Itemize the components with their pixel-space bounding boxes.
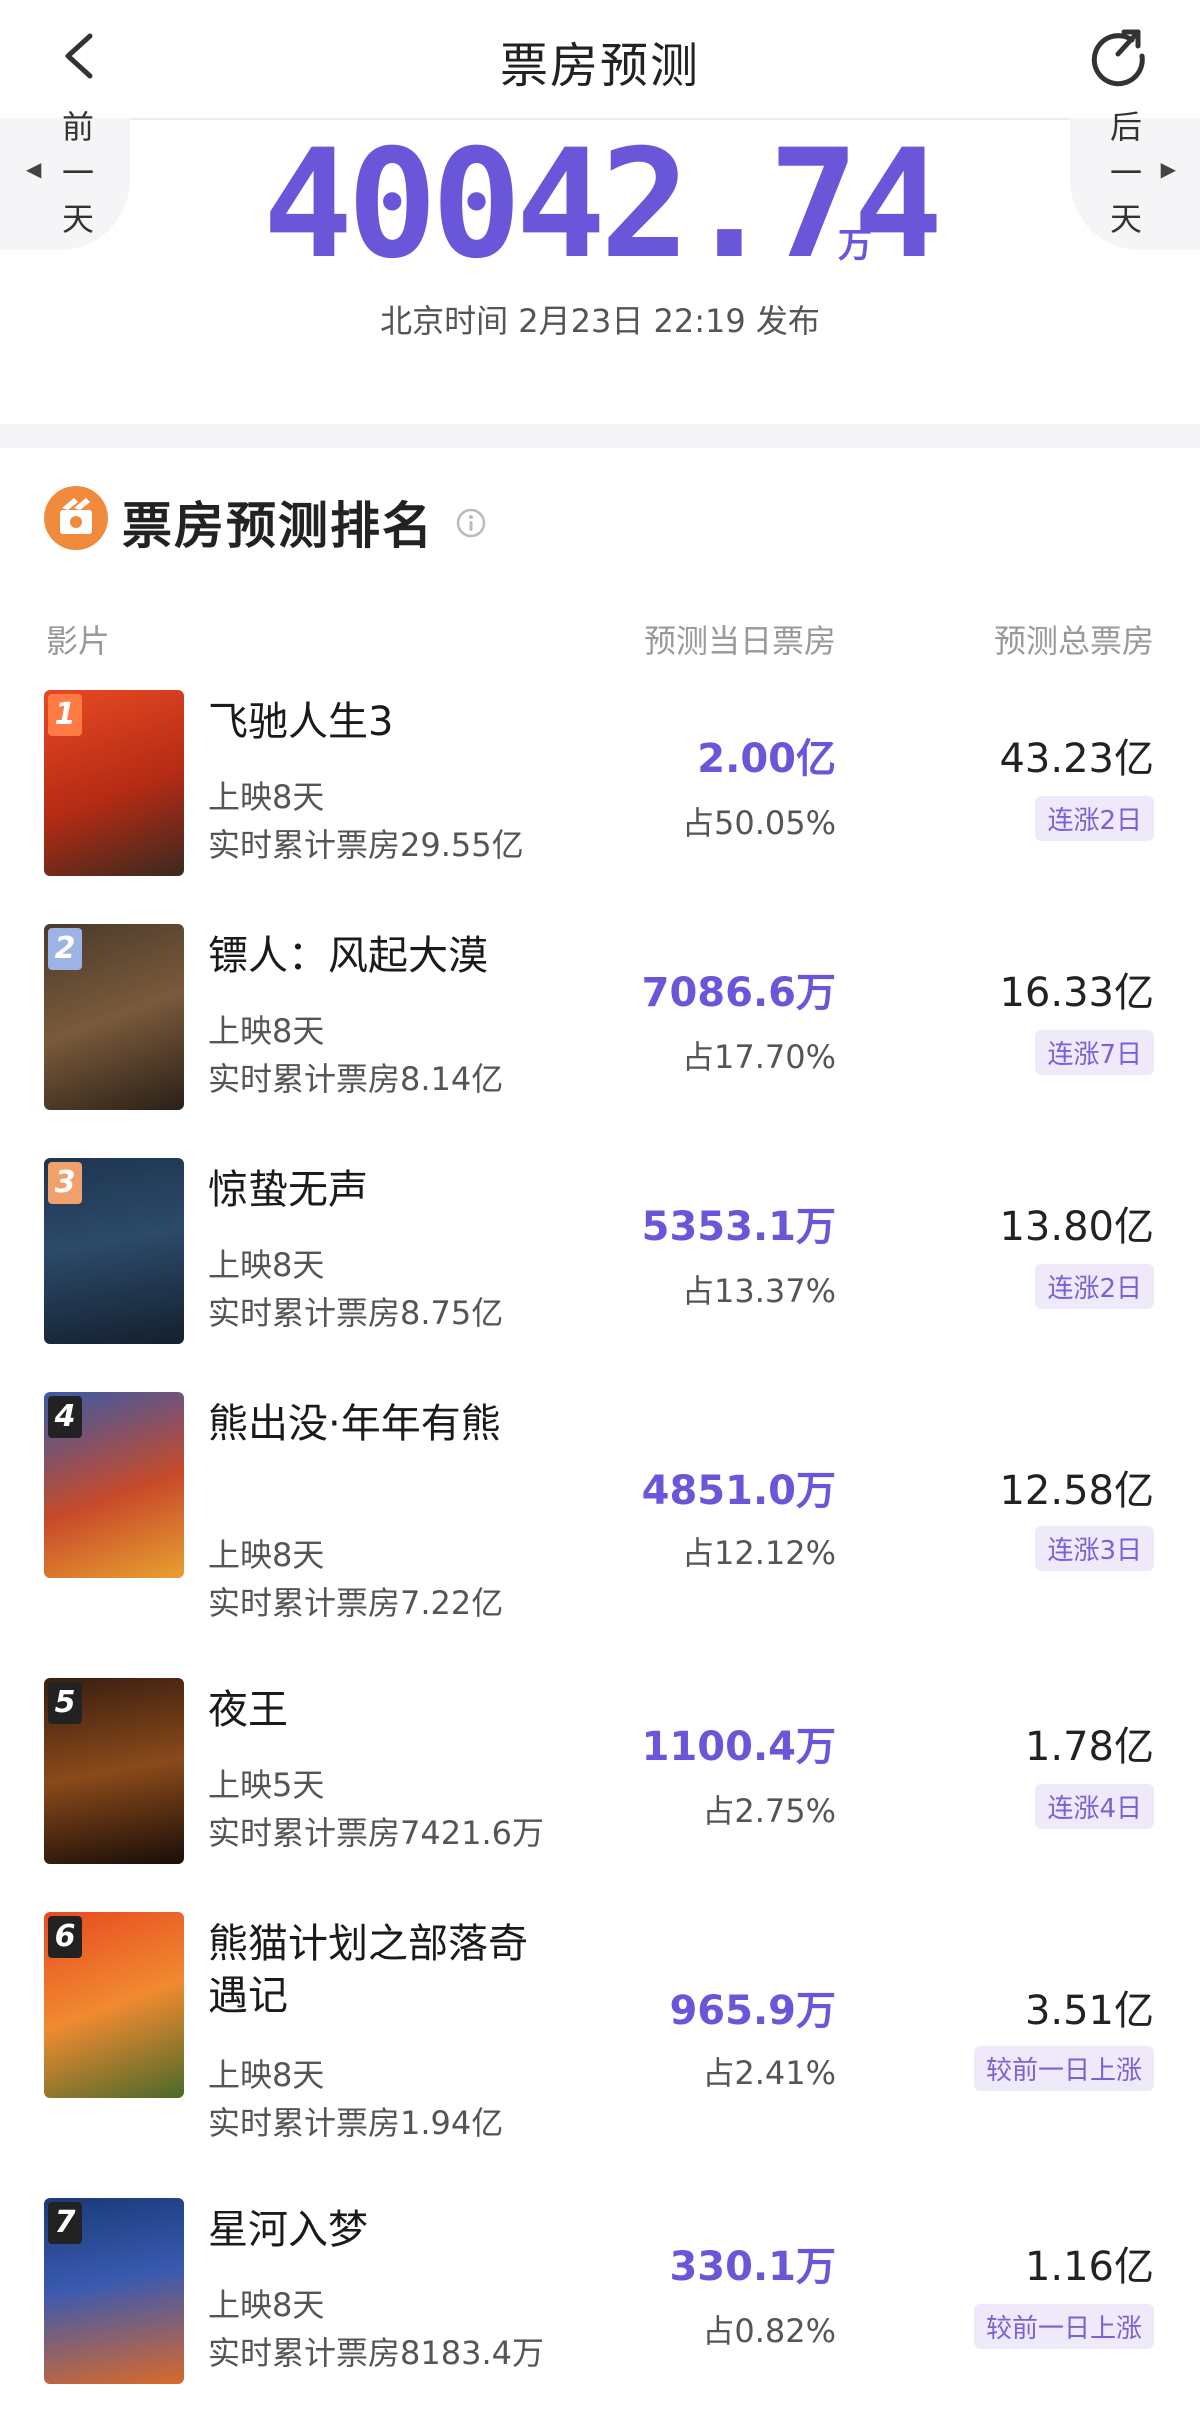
day-box-office: 5353.1万 bbox=[641, 1204, 836, 1250]
film-cumulative: 实时累计票房8183.4万 bbox=[208, 2334, 544, 2372]
film-title: 惊蛰无声 bbox=[208, 1167, 368, 1213]
film-title: 夜王 bbox=[208, 1687, 288, 1733]
rank-badge: 6 bbox=[48, 1916, 82, 1958]
trend-badge: 较前一日上涨 bbox=[973, 2304, 1154, 2349]
total-forecast-unit: 万 bbox=[838, 226, 872, 266]
day-box-office: 4851.0万 bbox=[641, 1468, 836, 1514]
total-forecast-number: 40042.74 bbox=[262, 118, 943, 292]
film-cumulative: 实时累计票房1.94亿 bbox=[208, 2104, 504, 2142]
day-share: 占17.70% bbox=[681, 1038, 836, 1076]
day-share: 占50.05% bbox=[681, 804, 836, 842]
rank-badge: 4 bbox=[48, 1396, 82, 1438]
film-poster: 4 bbox=[44, 1392, 184, 1578]
film-title: 熊出没·年年有熊 bbox=[208, 1401, 501, 1447]
film-days: 上映8天 bbox=[208, 1246, 325, 1284]
film-days: 上映8天 bbox=[208, 778, 325, 816]
film-days: 上映8天 bbox=[208, 2056, 325, 2094]
total-box-office: 12.58亿 bbox=[999, 1468, 1154, 1514]
column-header-day-forecast: 预测当日票房 bbox=[643, 622, 836, 660]
day-box-office: 2.00亿 bbox=[697, 736, 836, 782]
info-icon[interactable] bbox=[456, 508, 486, 538]
film-cumulative: 实时累计票房8.14亿 bbox=[208, 1060, 504, 1098]
total-box-office: 43.23亿 bbox=[999, 736, 1154, 782]
section-title: 票房预测排名 bbox=[122, 497, 434, 555]
page-title: 票房预测 bbox=[499, 38, 700, 94]
film-cumulative: 实时累计票房7421.6万 bbox=[208, 1814, 544, 1852]
film-poster: 1 bbox=[44, 690, 184, 876]
top-bar: 票房预测 bbox=[0, 0, 1200, 120]
film-poster: 3 bbox=[44, 1158, 184, 1344]
total-box-office: 1.78亿 bbox=[1024, 1724, 1154, 1770]
film-cumulative: 实时累计票房29.55亿 bbox=[208, 826, 524, 864]
rank-badge: 3 bbox=[48, 1162, 82, 1204]
trend-badge: 连涨4日 bbox=[1035, 1784, 1154, 1829]
total-box-office: 13.80亿 bbox=[999, 1204, 1154, 1250]
publish-time: 北京时间 2月23日 22:19 发布 bbox=[380, 302, 820, 340]
film-cumulative: 实时累计票房7.22亿 bbox=[208, 1584, 504, 1622]
film-title: 星河入梦 bbox=[208, 2207, 368, 2253]
film-poster: 7 bbox=[44, 2198, 184, 2384]
film-poster: 6 bbox=[44, 1912, 184, 2098]
trend-badge: 连涨2日 bbox=[1035, 796, 1154, 841]
share-icon[interactable] bbox=[1086, 24, 1150, 88]
film-title: 镖人：风起大漠 bbox=[208, 933, 488, 979]
trend-badge: 连涨3日 bbox=[1035, 1526, 1154, 1571]
film-title: 飞驰人生3 bbox=[208, 699, 394, 745]
film-poster: 5 bbox=[44, 1678, 184, 1864]
film-days: 上映8天 bbox=[208, 2286, 325, 2324]
trend-badge: 连涨2日 bbox=[1035, 1264, 1154, 1309]
rank-badge: 2 bbox=[48, 928, 82, 970]
rank-badge: 5 bbox=[48, 1682, 82, 1724]
day-box-office: 330.1万 bbox=[669, 2244, 836, 2290]
column-header-film: 影片 bbox=[46, 622, 111, 660]
film-days: 上映8天 bbox=[208, 1012, 325, 1050]
day-share: 占13.37% bbox=[681, 1272, 836, 1310]
total-box-office: 3.51亿 bbox=[1024, 1988, 1154, 2034]
rank-badge: 1 bbox=[48, 694, 82, 736]
film-poster: 2 bbox=[44, 924, 184, 1110]
film-days: 上映8天 bbox=[208, 1536, 325, 1574]
day-box-office: 7086.6万 bbox=[641, 970, 836, 1016]
film-title: 熊猫计划之部落奇遇记 bbox=[208, 1921, 528, 2019]
film-days: 上映5天 bbox=[208, 1766, 325, 1804]
column-header-total-forecast: 预测总票房 bbox=[993, 622, 1154, 660]
day-share: 占12.12% bbox=[681, 1534, 836, 1572]
rank-badge: 7 bbox=[48, 2202, 82, 2244]
day-box-office: 1100.4万 bbox=[641, 1724, 836, 1770]
day-share: 占2.41% bbox=[702, 2054, 836, 2092]
film-cumulative: 实时累计票房8.75亿 bbox=[208, 1294, 504, 1332]
film-ticket-icon bbox=[44, 486, 108, 550]
trend-badge: 连涨7日 bbox=[1035, 1030, 1154, 1075]
total-box-office: 16.33亿 bbox=[999, 970, 1154, 1016]
day-box-office: 965.9万 bbox=[669, 1988, 836, 2034]
total-box-office: 1.16亿 bbox=[1024, 2244, 1154, 2290]
day-share: 占2.75% bbox=[702, 1792, 836, 1830]
trend-badge: 较前一日上涨 bbox=[973, 2046, 1154, 2091]
section-divider bbox=[0, 424, 1200, 448]
day-share: 占0.82% bbox=[702, 2312, 836, 2350]
